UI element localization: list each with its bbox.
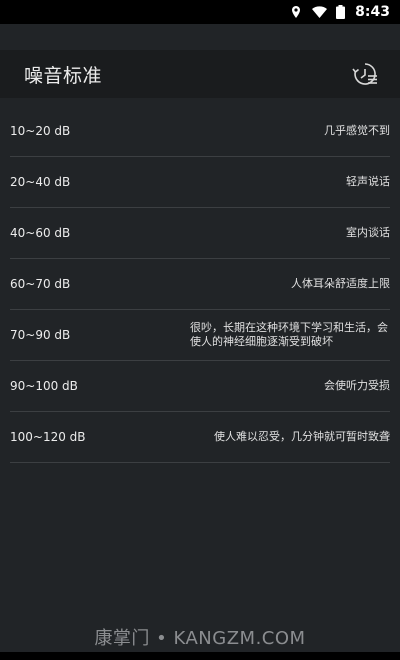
list-item: 70~90 dB 很吵，长期在这种环境下学习和生活，会使人的神经细胞逐渐受到破坏: [10, 310, 390, 361]
wifi-icon: [312, 6, 328, 18]
level-range: 70~90 dB: [10, 328, 71, 342]
level-description: 人体耳朵舒适度上限: [291, 277, 390, 290]
status-time: 8:43: [355, 4, 390, 20]
level-description: 几乎感觉不到: [324, 124, 390, 137]
history-button[interactable]: [350, 59, 380, 89]
list-item: 90~100 dB 会使听力受损: [10, 361, 390, 412]
list-item: 20~40 dB 轻声说话: [10, 157, 390, 208]
bottom-bar: [0, 652, 400, 660]
level-range: 40~60 dB: [10, 226, 71, 240]
level-description: 轻声说话: [346, 175, 390, 188]
level-description: 使人难以忍受，几分钟就可暂时致聋: [214, 430, 390, 443]
level-range: 10~20 dB: [10, 124, 71, 138]
battery-icon: [336, 5, 346, 19]
status-bar: 8:43: [0, 0, 400, 24]
level-range: 90~100 dB: [10, 379, 78, 393]
page-title: 噪音标准: [24, 64, 103, 87]
watermark: 康掌门 • KANGZM.COM: [94, 628, 306, 649]
level-range: 20~40 dB: [10, 175, 71, 189]
list-item: 10~20 dB 几乎感觉不到: [10, 106, 390, 157]
level-description: 很吵，长期在这种环境下学习和生活，会使人的神经细胞逐渐受到破坏: [190, 321, 388, 348]
level-description: 会使听力受损: [324, 379, 390, 392]
noise-level-list: 10~20 dB 几乎感觉不到 20~40 dB 轻声说话 40~60 dB 室…: [0, 106, 400, 463]
list-item: 60~70 dB 人体耳朵舒适度上限: [10, 259, 390, 310]
level-description: 室内谈话: [346, 226, 390, 239]
location-icon: [292, 6, 301, 18]
app-bar: 噪音标准: [0, 50, 400, 98]
top-band: [0, 24, 400, 50]
history-icon: [352, 63, 377, 85]
list-item: 100~120 dB 使人难以忍受，几分钟就可暂时致聋: [10, 412, 390, 463]
level-range: 60~70 dB: [10, 277, 71, 291]
list-item: 40~60 dB 室内谈话: [10, 208, 390, 259]
level-range: 100~120 dB: [10, 430, 86, 444]
